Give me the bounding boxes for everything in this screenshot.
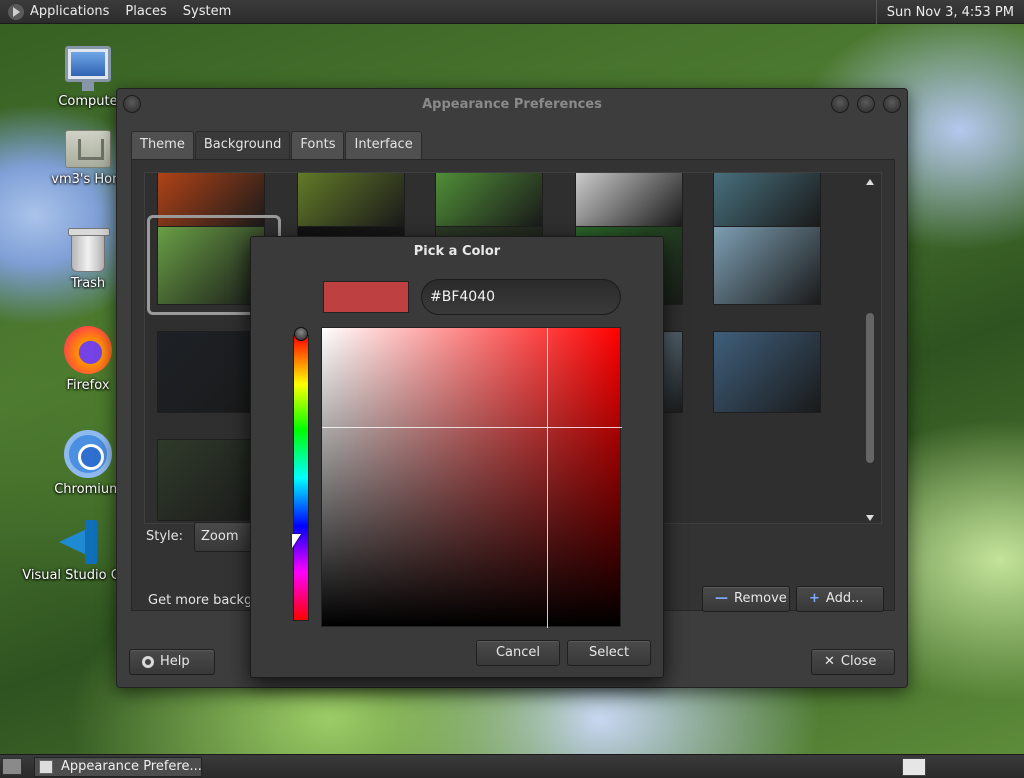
hex-color-input[interactable]: #BF4040 bbox=[421, 279, 621, 315]
add-button[interactable]: + Add... bbox=[796, 586, 884, 612]
hue-slider-handle[interactable] bbox=[294, 327, 308, 341]
scroll-up-icon[interactable] bbox=[866, 179, 874, 185]
minimize-button[interactable] bbox=[831, 95, 849, 113]
tab-fonts[interactable]: Fonts bbox=[291, 131, 345, 159]
clock[interactable]: Sun Nov 3, 4:53 PM bbox=[875, 0, 1024, 24]
wallpaper-thumbnail[interactable] bbox=[297, 173, 405, 227]
color-swatch bbox=[323, 281, 409, 313]
get-more-backgrounds-link[interactable]: Get more backgr bbox=[148, 593, 258, 608]
tab-background[interactable]: Background bbox=[194, 131, 291, 159]
help-button-label: Help bbox=[160, 654, 190, 669]
help-icon bbox=[142, 656, 154, 668]
applications-menu-label: Applications bbox=[30, 4, 110, 19]
vscode-icon bbox=[53, 520, 97, 564]
tab-bar: Theme Background Fonts Interface bbox=[131, 131, 895, 159]
wallpaper-thumbnail[interactable] bbox=[157, 439, 265, 521]
wallpaper-thumbnail[interactable] bbox=[435, 173, 543, 227]
tab-interface[interactable]: Interface bbox=[345, 131, 422, 159]
remove-button[interactable]: — Remove bbox=[702, 586, 790, 612]
add-button-label: Add... bbox=[825, 591, 864, 606]
select-button[interactable]: Select bbox=[567, 640, 651, 666]
wallpaper-thumbnail[interactable] bbox=[713, 331, 821, 413]
maximize-button[interactable] bbox=[857, 95, 875, 113]
hue-slider[interactable] bbox=[293, 335, 309, 621]
appearance-app-icon bbox=[39, 760, 53, 774]
style-label: Style: bbox=[146, 529, 184, 544]
tab-theme[interactable]: Theme bbox=[131, 131, 194, 159]
mouse-pointer-icon bbox=[292, 534, 301, 548]
close-button-label: Close bbox=[840, 654, 877, 669]
top-panel: Applications Places System Sun Nov 3, 4:… bbox=[0, 0, 1024, 24]
remove-button-label: Remove bbox=[734, 591, 787, 606]
trash-icon bbox=[68, 228, 110, 272]
chromium-icon bbox=[64, 430, 112, 478]
applications-menu[interactable]: Applications bbox=[0, 0, 117, 24]
pick-color-dialog: Pick a Color #BF4040 Cancel Select bbox=[250, 236, 664, 678]
window-menu-button[interactable] bbox=[123, 95, 141, 113]
firefox-icon bbox=[64, 326, 112, 374]
cancel-button[interactable]: Cancel bbox=[476, 640, 560, 666]
computer-icon bbox=[65, 46, 111, 91]
home-folder-icon bbox=[65, 130, 111, 168]
saturation-value-picker[interactable] bbox=[321, 327, 622, 628]
style-combobox-value: Zoom bbox=[201, 529, 239, 544]
wallpaper-thumbnail[interactable] bbox=[713, 173, 821, 227]
system-menu[interactable]: System bbox=[175, 0, 239, 24]
wallpaper-thumbnail[interactable] bbox=[575, 173, 683, 227]
scrollbar-thumb[interactable] bbox=[866, 313, 874, 463]
desktop-icon-label: Visual Studio Co bbox=[22, 568, 128, 583]
window-title-text: Appearance Preferences bbox=[422, 97, 602, 112]
window-close-button[interactable] bbox=[883, 95, 901, 113]
close-icon: ✕ bbox=[824, 654, 835, 669]
close-button[interactable]: ✕ Close bbox=[811, 649, 895, 675]
minus-icon: — bbox=[715, 591, 728, 606]
arch-logo-icon bbox=[8, 3, 24, 20]
taskbar-item-label: Appearance Prefere... bbox=[61, 759, 202, 774]
wallpaper-thumbnail[interactable] bbox=[157, 331, 265, 413]
places-menu[interactable]: Places bbox=[117, 0, 174, 24]
wallpaper-scrollbar[interactable] bbox=[863, 173, 877, 523]
wallpaper-thumbnail[interactable] bbox=[713, 223, 821, 305]
help-button[interactable]: Help bbox=[129, 649, 215, 675]
bottom-taskbar: Appearance Prefere... bbox=[0, 754, 1024, 778]
workspace-switcher-icon[interactable] bbox=[902, 758, 926, 776]
crosshair-horizontal bbox=[322, 427, 622, 428]
plus-icon: + bbox=[809, 591, 820, 606]
show-desktop-icon[interactable] bbox=[2, 758, 22, 775]
dialog-title: Pick a Color bbox=[413, 244, 501, 259]
taskbar-item-appearance[interactable]: Appearance Prefere... bbox=[34, 757, 202, 777]
window-title: Appearance Preferences bbox=[117, 89, 907, 121]
scroll-down-icon[interactable] bbox=[866, 515, 874, 521]
crosshair-vertical bbox=[547, 328, 548, 628]
desktop-icon-vscode[interactable]: Visual Studio Co bbox=[20, 520, 130, 583]
